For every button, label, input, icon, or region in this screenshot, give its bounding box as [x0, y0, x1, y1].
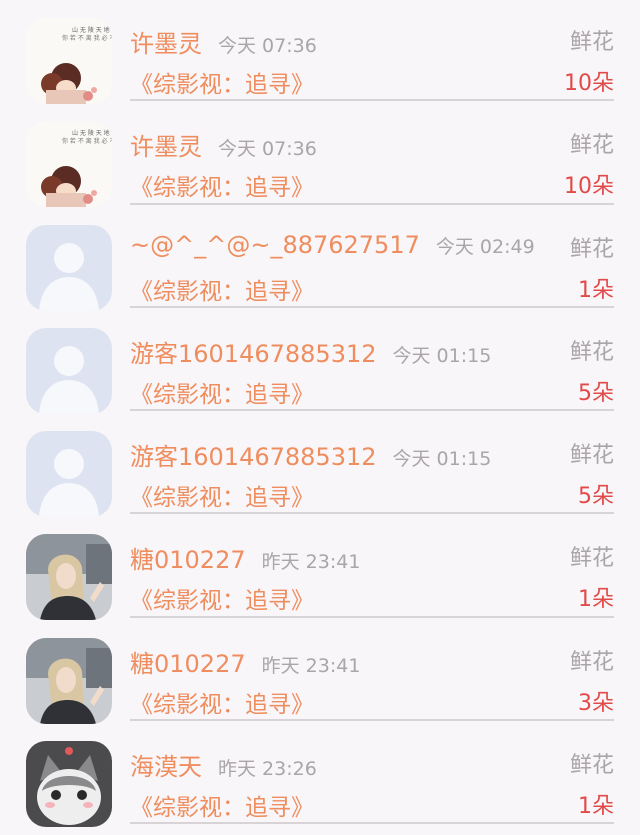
user-name[interactable]: 许墨灵 今天 07:36 [130, 127, 317, 162]
gift-count: 10朵 [564, 71, 614, 96]
user-name[interactable]: 糖010227 昨天 23:41 [130, 644, 360, 679]
list-item[interactable]: 海漠天 昨天 23:26 鲜花 《综影视：追寻》 1朵 [0, 721, 640, 828]
list-item[interactable]: ~@^_^@~_887627517 今天 02:49 鲜花 《综影视：追寻》 1朵 [0, 205, 640, 311]
gift-type: 鲜花 [569, 649, 614, 675]
send-time: 昨天 23:41 [261, 654, 361, 677]
user-name[interactable]: 许墨灵 今天 07:36 [130, 24, 317, 59]
list-item[interactable]: 游客1601467885312 今天 01:15 鲜花 《综影视：追寻》 5朵 [0, 308, 640, 414]
book-title[interactable]: 《综影视：追寻》 [130, 788, 314, 822]
gift-type: 鲜花 [569, 236, 614, 262]
gift-type: 鲜花 [569, 753, 614, 779]
list-item[interactable]: 糖010227 昨天 23:41 鲜花 《综影视：追寻》 1朵 [0, 514, 640, 621]
send-time: 今天 02:49 [435, 235, 535, 258]
book-title[interactable]: 《综影视：追寻》 [130, 581, 314, 615]
list-item[interactable]: 糖010227 昨天 23:41 鲜花 《综影视：追寻》 3朵 [0, 618, 640, 724]
send-time: 今天 07:36 [218, 138, 317, 161]
couple-illustration-avatar[interactable]: 山 无 陵 天 地 合 你 若 不 离 我 必 不 弃 [26, 18, 112, 104]
gift-type: 鲜花 [569, 443, 614, 469]
list-item[interactable]: 山 无 陵 天 地 合 你 若 不 离 我 必 不 弃 许墨灵今天 07:36 … [0, 0, 640, 104]
gift-count: 3朵 [578, 690, 614, 716]
gift-type: 鲜花 [569, 339, 614, 365]
user-name[interactable]: 游客1601467885312 今天 01:15 [130, 437, 491, 472]
default-user-avatar[interactable] [26, 327, 112, 414]
gift-count: 1朵 [578, 794, 614, 820]
kitten-photo-avatar[interactable] [26, 741, 112, 828]
list-item[interactable]: 游客1601467885312 今天 01:15 鲜花 《综影视：追寻》 5朵 [0, 411, 640, 518]
send-time: 昨天 23:41 [261, 551, 361, 574]
svg-text:你 若 不 离 我 必 不 弃: 你 若 不 离 我 必 不 弃 [62, 34, 112, 42]
svg-text:你 若 不 离 我 必 不 弃: 你 若 不 离 我 必 不 弃 [62, 137, 112, 145]
gift-count: 1朵 [578, 587, 614, 613]
send-time: 今天 01:15 [392, 344, 492, 367]
girl-photo-avatar[interactable] [26, 637, 112, 724]
gift-count: 5朵 [578, 484, 614, 510]
gift-count: 1朵 [578, 277, 614, 303]
couple-illustration-avatar[interactable]: 山 无 陵 天 地 合 你 若 不 离 我 必 不 弃 [26, 121, 112, 208]
gift-count: 5朵 [578, 380, 614, 406]
girl-photo-avatar[interactable] [26, 534, 112, 621]
divider [130, 822, 614, 825]
book-title[interactable]: 《综影视：追寻》 [130, 168, 314, 202]
user-name[interactable]: 糖010227 昨天 23:41 [130, 540, 360, 575]
book-title[interactable]: 《综影视：追寻》 [130, 65, 314, 99]
book-title[interactable]: 《综影视：追寻》 [130, 478, 314, 512]
gift-type: 鲜花 [569, 30, 614, 55]
default-user-avatar[interactable] [26, 431, 112, 518]
user-name[interactable]: 游客1601467885312 今天 01:15 [130, 334, 491, 369]
gift-count: 10朵 [564, 174, 614, 200]
book-title[interactable]: 《综影视：追寻》 [130, 375, 314, 409]
user-name[interactable]: ~@^_^@~_887627517 今天 02:49 [130, 231, 535, 259]
svg-text:山 无 陵 天 地 合: 山 无 陵 天 地 合 [72, 26, 112, 34]
svg-text:山 无 陵 天 地 合: 山 无 陵 天 地 合 [72, 129, 112, 137]
gift-record-list: 山 无 陵 天 地 合 你 若 不 离 我 必 不 弃 许墨灵今天 07:36 … [0, 0, 640, 828]
list-item[interactable]: 山 无 陵 天 地 合 你 若 不 离 我 必 不 弃 许墨灵今天 07:36 … [0, 101, 640, 208]
book-title[interactable]: 《综影视：追寻》 [130, 272, 314, 306]
send-time: 昨天 23:26 [218, 758, 317, 781]
send-time: 今天 07:36 [218, 35, 317, 57]
default-user-avatar[interactable] [26, 224, 112, 311]
send-time: 今天 01:15 [392, 448, 492, 471]
book-title[interactable]: 《综影视：追寻》 [130, 685, 314, 719]
gift-type: 鲜花 [569, 546, 614, 572]
gift-type: 鲜花 [569, 133, 614, 159]
user-name[interactable]: 海漠天 昨天 23:26 [130, 747, 317, 782]
